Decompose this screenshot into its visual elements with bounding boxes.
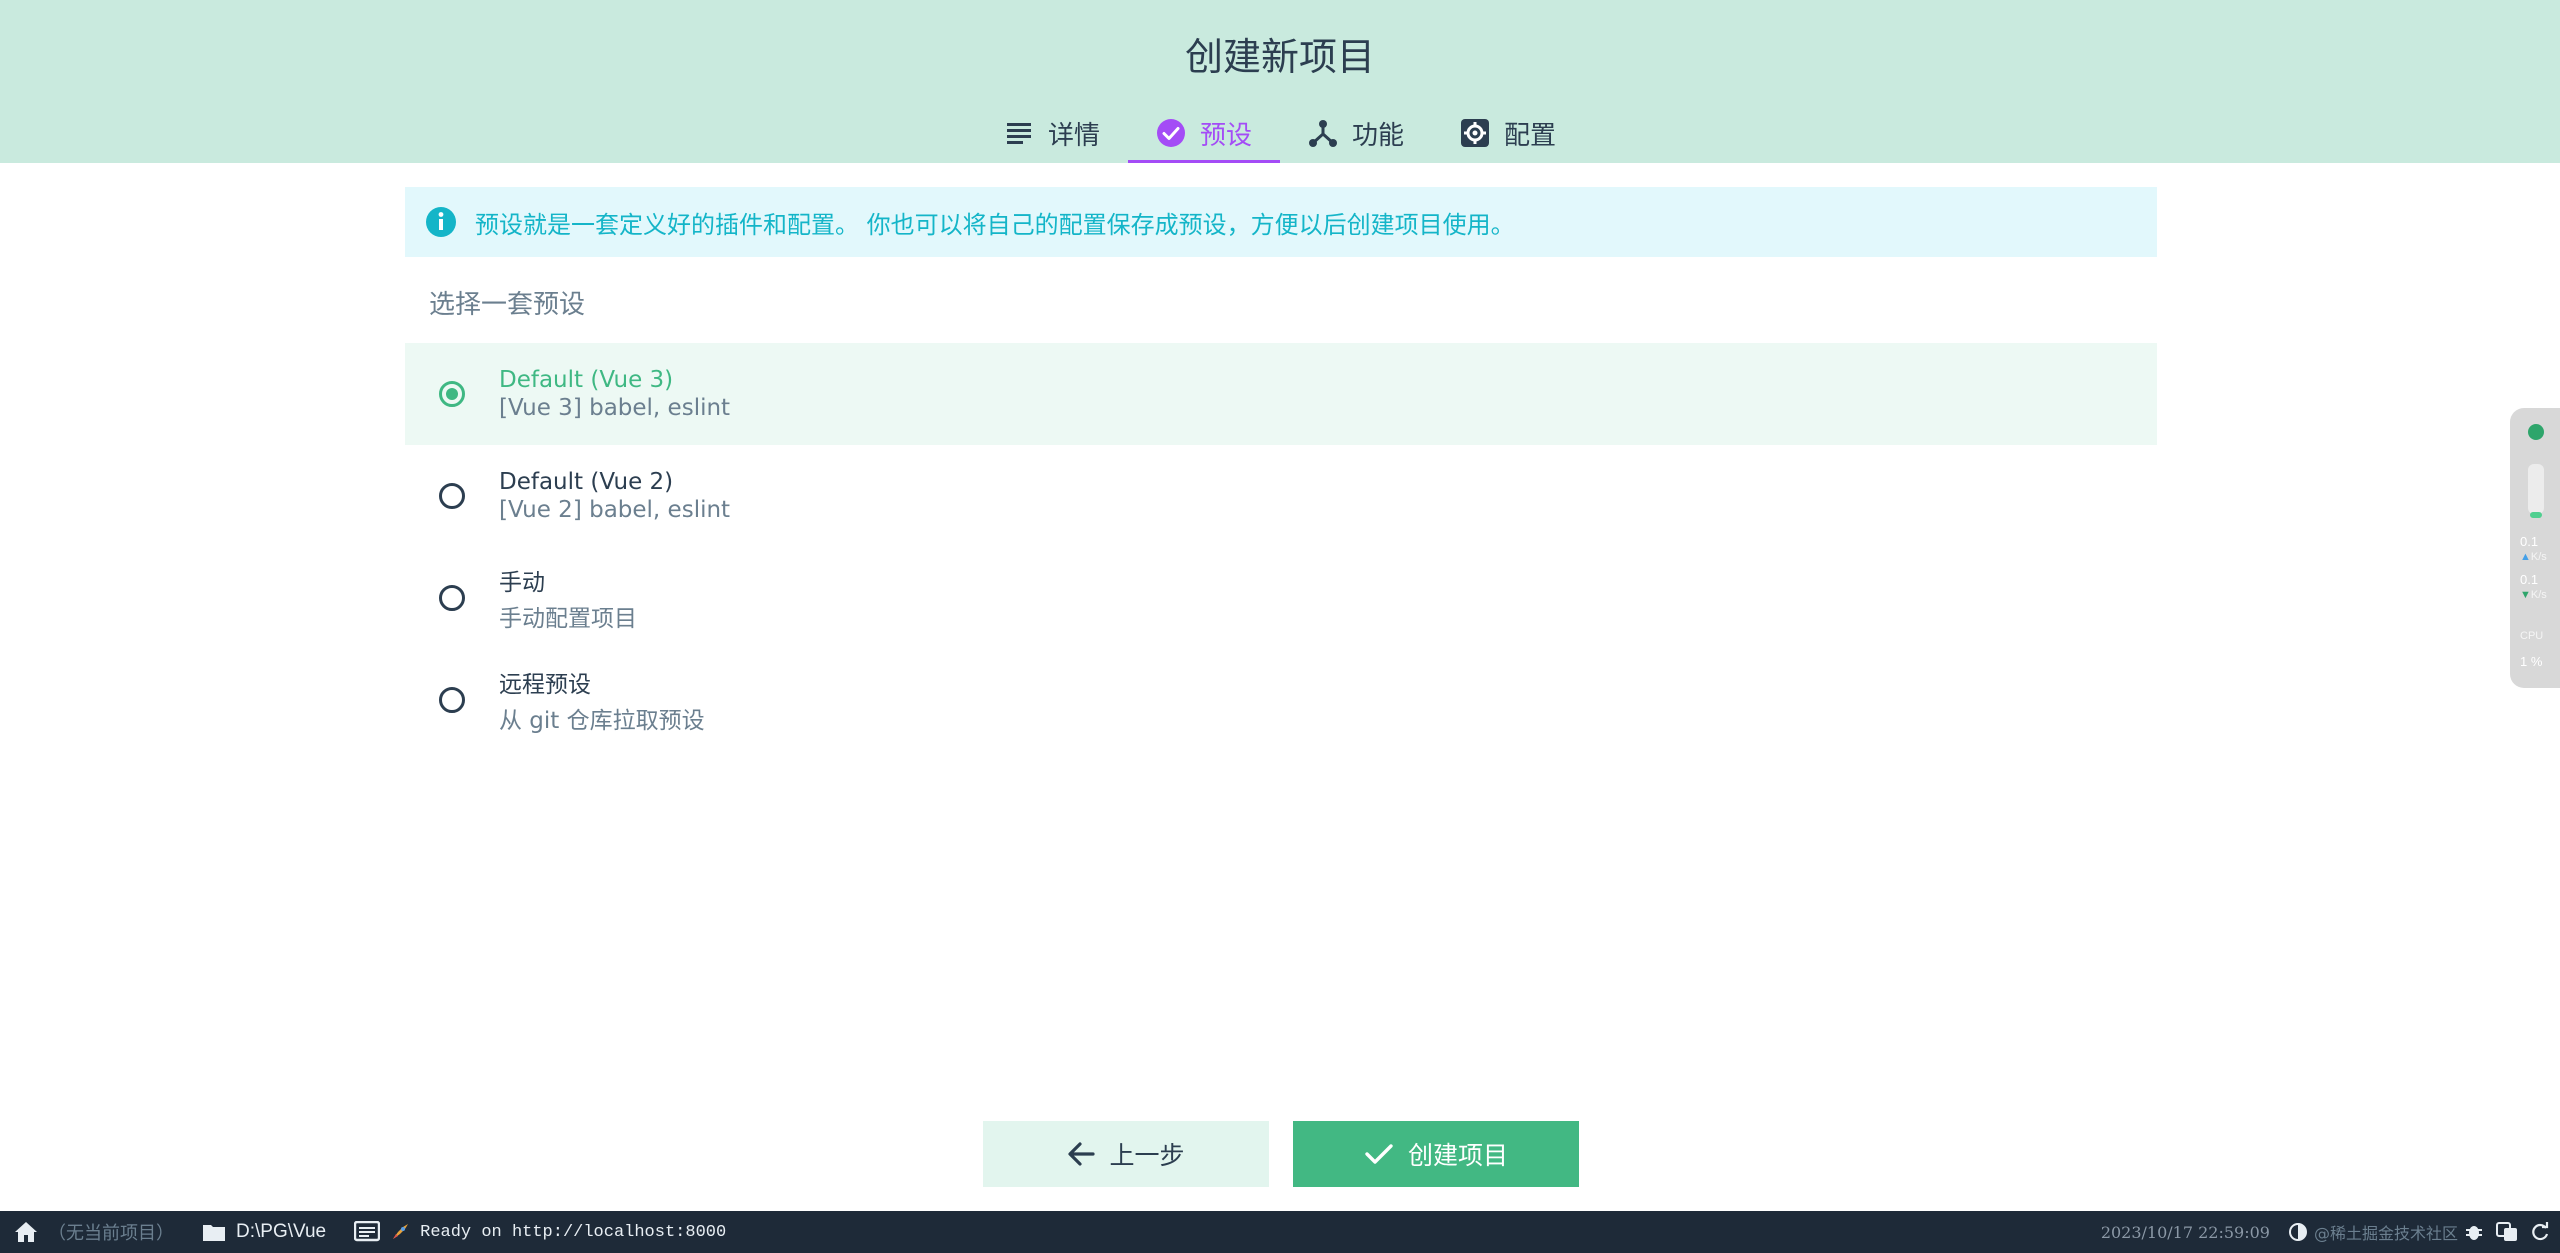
current-path: D:\PG\Vue (236, 1221, 327, 1242)
system-monitor-widget[interactable]: 0.1 ▲K/s 0.1 ▼K/s CPU 1 % (2510, 408, 2560, 688)
datetime: 2023/10/17 22:59:09 (2100, 1222, 2270, 1242)
status-bar: （无当前项目） D:\PG\Vue Ready on http://localh… (0, 1211, 2560, 1253)
current-project: （无当前项目） (48, 1223, 174, 1244)
download-speed-unit: ▼K/s (2520, 589, 2547, 601)
preset-list: Default (Vue 3) [Vue 3] babel, eslint De… (405, 343, 2157, 751)
info-icon (425, 206, 457, 238)
info-text: 预设就是一套定义好的插件和配置。 你也可以将自己的配置保存成预设，方便以后创建项… (475, 210, 1515, 239)
log-button[interactable]: Ready on http://localhost:8000 (340, 1211, 740, 1253)
fork-icon (1308, 118, 1338, 148)
tab-features[interactable]: 功能 (1280, 103, 1432, 163)
tab-presets-label: 预设 (1199, 120, 1252, 151)
upload-speed-unit: ▲K/s (2520, 551, 2547, 563)
page-title: 创建新项目 (1184, 35, 1375, 79)
console-icon (354, 1221, 381, 1243)
watermark: @稀土掘金技术社区 (2313, 1224, 2458, 1243)
upload-speed-value: 0.1 (2520, 534, 2539, 549)
dark-mode-toggle[interactable] (2282, 1211, 2314, 1253)
download-speed-value: 0.1 (2520, 572, 2539, 587)
preset-option-vue2[interactable]: Default (Vue 2) [Vue 2] babel, eslint (405, 445, 2157, 547)
folder-icon (202, 1222, 226, 1242)
cpu-value: 1 % (2520, 654, 2543, 669)
log-message: Ready on http://localhost:8000 (420, 1222, 727, 1242)
bug-icon (2464, 1222, 2484, 1242)
tab-presets[interactable]: 预设 (1127, 103, 1281, 163)
presets-section-title: 选择一套预设 (429, 290, 586, 320)
rocket-emoji-icon (390, 1222, 410, 1242)
preset-description: [Vue 2] babel, eslint (499, 497, 731, 523)
cwd-button[interactable]: D:\PG\Vue (188, 1211, 340, 1253)
translate-button[interactable] (2490, 1211, 2524, 1253)
preset-name: Default (Vue 3) (499, 367, 674, 393)
status-bar-right: 2023/10/17 22:59:09 @稀土掘金技术社区 (2089, 1211, 2560, 1253)
preset-option-vue3[interactable]: Default (Vue 3) [Vue 3] babel, eslint (405, 343, 2157, 445)
presets-content: 预设就是一套定义好的插件和配置。 你也可以将自己的配置保存成预设，方便以后创建项… (405, 187, 2157, 751)
tab-config-label: 配置 (1504, 120, 1557, 151)
wizard-actions: 上一步 创建项目 (983, 1121, 1579, 1187)
check-circle-icon (1156, 118, 1186, 148)
preset-description: 从 git 仓库拉取预设 (499, 708, 705, 734)
status-dot (2528, 424, 2544, 440)
home-button[interactable]: （无当前项目） (0, 1211, 188, 1253)
refresh-button[interactable] (2524, 1211, 2560, 1253)
preset-option-manual[interactable]: 手动 手动配置项目 (405, 547, 2157, 649)
cpu-label: CPU (2520, 630, 2544, 642)
check-icon (1364, 1142, 1394, 1166)
translate-icon (2496, 1222, 2518, 1242)
list-icon (1004, 118, 1034, 148)
tab-details-label: 详情 (1047, 120, 1100, 151)
preset-option-remote[interactable]: 远程预设 从 git 仓库拉取预设 (405, 649, 2157, 751)
bug-report-button[interactable] (2458, 1211, 2490, 1253)
info-banner: 预设就是一套定义好的插件和配置。 你也可以将自己的配置保存成预设，方便以后创建项… (405, 187, 2157, 257)
gear-icon (1460, 118, 1490, 148)
tab-features-label: 功能 (1352, 120, 1405, 151)
previous-button[interactable]: 上一步 (983, 1121, 1269, 1187)
preset-name: 手动 (499, 570, 545, 596)
tab-details[interactable]: 详情 (976, 103, 1128, 163)
create-project-label: 创建项目 (1407, 1141, 1508, 1170)
contrast-icon (2288, 1222, 2308, 1242)
create-project-button[interactable]: 创建项目 (1293, 1121, 1579, 1187)
radio-button[interactable] (439, 483, 465, 509)
preset-name: 远程预设 (499, 672, 591, 698)
refresh-icon (2530, 1222, 2550, 1242)
step-tabs: 详情 预设 功能 配置 (0, 103, 2560, 163)
preset-description: 手动配置项目 (499, 606, 637, 632)
tab-config[interactable]: 配置 (1432, 103, 1584, 163)
create-project-page: 创建新项目 详情 预设 功能 配置 预设就是一套定义好的插件和配置。 你也可以将… (0, 0, 2560, 1253)
preset-description: [Vue 3] babel, eslint (499, 395, 731, 421)
header: 创建新项目 详情 预设 功能 配置 (0, 0, 2560, 163)
preset-name: Default (Vue 2) (499, 469, 674, 495)
memory-gauge (2528, 464, 2544, 518)
radio-button[interactable] (439, 381, 465, 407)
radio-button[interactable] (439, 585, 465, 611)
previous-button-label: 上一步 (1109, 1141, 1185, 1170)
home-icon (14, 1221, 38, 1243)
arrow-left-icon (1067, 1141, 1096, 1167)
radio-button[interactable] (439, 687, 465, 713)
